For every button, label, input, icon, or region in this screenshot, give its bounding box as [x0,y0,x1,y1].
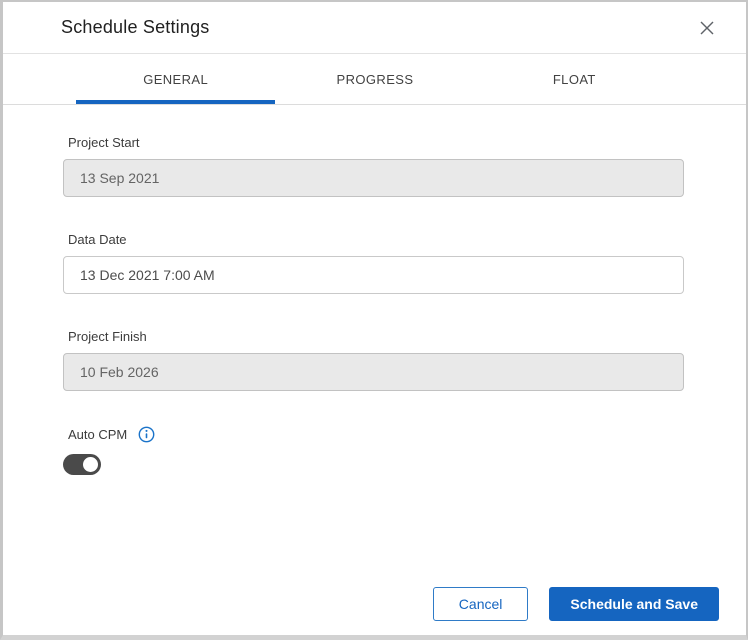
tab-progress[interactable]: PROGRESS [275,54,474,104]
general-tab-panel: Project Start Data Date Project Finish A… [3,105,746,587]
project-finish-field: Project Finish [63,329,684,391]
project-start-field: Project Start [63,135,684,197]
dialog-footer: Cancel Schedule and Save [3,587,746,635]
schedule-settings-dialog: Schedule Settings GENERAL PROGRESS FLOAT… [0,0,748,640]
data-date-label: Data Date [68,232,127,247]
tab-bar: GENERAL PROGRESS FLOAT [76,54,674,104]
schedule-and-save-button[interactable]: Schedule and Save [549,587,719,621]
close-button[interactable] [690,11,724,45]
toggle-knob [83,457,98,472]
cancel-button[interactable]: Cancel [432,587,529,621]
tab-float-label: FLOAT [552,71,596,87]
auto-cpm-toggle[interactable] [63,454,101,475]
data-date-input[interactable] [63,256,684,294]
project-start-input [63,159,684,197]
auto-cpm-label: Auto CPM [68,427,128,442]
dialog-header: Schedule Settings [3,2,746,54]
close-icon [699,20,715,36]
page-title: Schedule Settings [61,17,210,37]
tab-progress-label: PROGRESS [336,71,414,87]
info-icon[interactable] [138,426,155,443]
project-finish-label: Project Finish [68,329,147,344]
project-finish-input [63,353,684,391]
tab-general-label: GENERAL [143,71,209,87]
data-date-field: Data Date [63,232,684,294]
auto-cpm-section: Auto CPM [63,426,684,475]
tab-float[interactable]: FLOAT [475,54,674,104]
project-start-label: Project Start [68,135,140,150]
tab-general[interactable]: GENERAL [76,54,276,104]
